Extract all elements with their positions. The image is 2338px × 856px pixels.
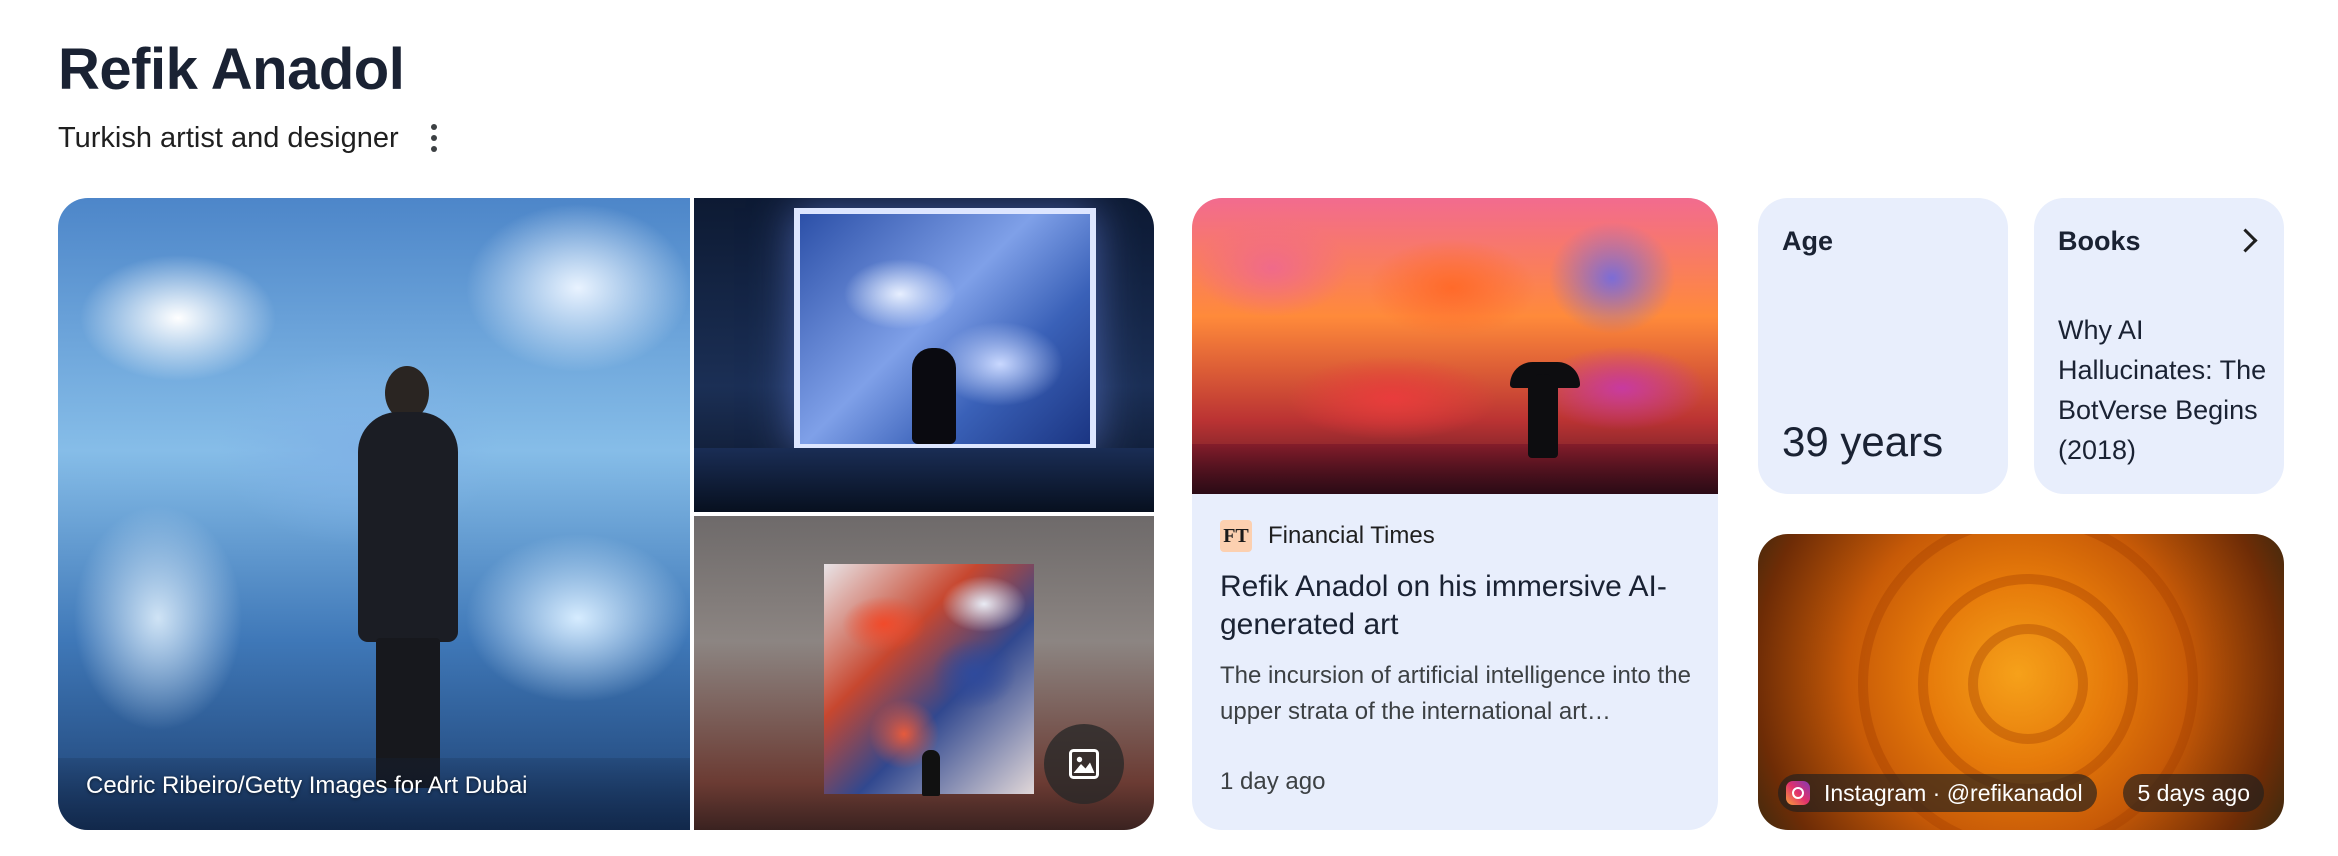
artist-figure-body: [358, 412, 458, 642]
subtitle-row: Turkish artist and designer: [58, 118, 451, 158]
more-vert-icon: [430, 124, 437, 152]
financial-times-logo: FT: [1220, 520, 1252, 552]
books-label: Books: [2058, 226, 2141, 256]
instagram-post-card[interactable]: Instagram · @refikanadol 5 days ago: [1758, 534, 2284, 830]
age-label: Age: [1782, 226, 1834, 256]
more-options-button[interactable]: [417, 118, 451, 158]
image-collage: Cedric Ribeiro/Getty Images for Art Duba…: [58, 198, 1154, 830]
book-title[interactable]: Why AI Hallucinates: The BotVerse Begins…: [2058, 310, 2268, 470]
entity-subtitle: Turkish artist and designer: [58, 121, 399, 154]
news-image: [1192, 198, 1718, 494]
books-card[interactable]: Books Why AI Hallucinates: The BotVerse …: [2034, 198, 2284, 494]
more-images-button[interactable]: [1044, 724, 1124, 804]
instagram-source-badge: Instagram · @refikanadol: [1778, 774, 2097, 812]
instagram-icon: [1786, 781, 1810, 805]
visitor-figure: [922, 750, 940, 796]
news-card[interactable]: FT Financial Times Refik Anadol on his i…: [1192, 198, 1718, 830]
age-card[interactable]: Age 39 years: [1758, 198, 2008, 494]
visitor-figure: [912, 348, 956, 444]
post-time-badge: 5 days ago: [2123, 774, 2264, 812]
age-value: 39 years: [1782, 418, 1944, 465]
instagram-handle: Instagram · @refikanadol: [1824, 779, 2083, 806]
photo-top-right[interactable]: [694, 198, 1154, 512]
news-snippet: The incursion of artificial intelligence…: [1220, 662, 1691, 725]
visitor-figure: [1528, 374, 1558, 458]
page-title: Refik Anadol: [58, 37, 405, 102]
photo-credit: Cedric Ribeiro/Getty Images for Art Duba…: [86, 772, 528, 799]
floor-reflection: [1192, 444, 1718, 494]
image-gallery-icon: [1069, 749, 1099, 779]
chevron-right-icon[interactable]: [2233, 228, 2258, 253]
photo-bottom-right[interactable]: [694, 516, 1154, 830]
news-time: 1 day ago: [1220, 768, 1326, 795]
news-source: Financial Times: [1268, 522, 1435, 549]
news-headline[interactable]: Refik Anadol on his immersive AI-generat…: [1220, 568, 1700, 644]
main-photo[interactable]: Cedric Ribeiro/Getty Images for Art Duba…: [58, 198, 690, 830]
floor-reflection: [694, 448, 1154, 512]
news-source-row: FT Financial Times: [1220, 520, 1435, 552]
